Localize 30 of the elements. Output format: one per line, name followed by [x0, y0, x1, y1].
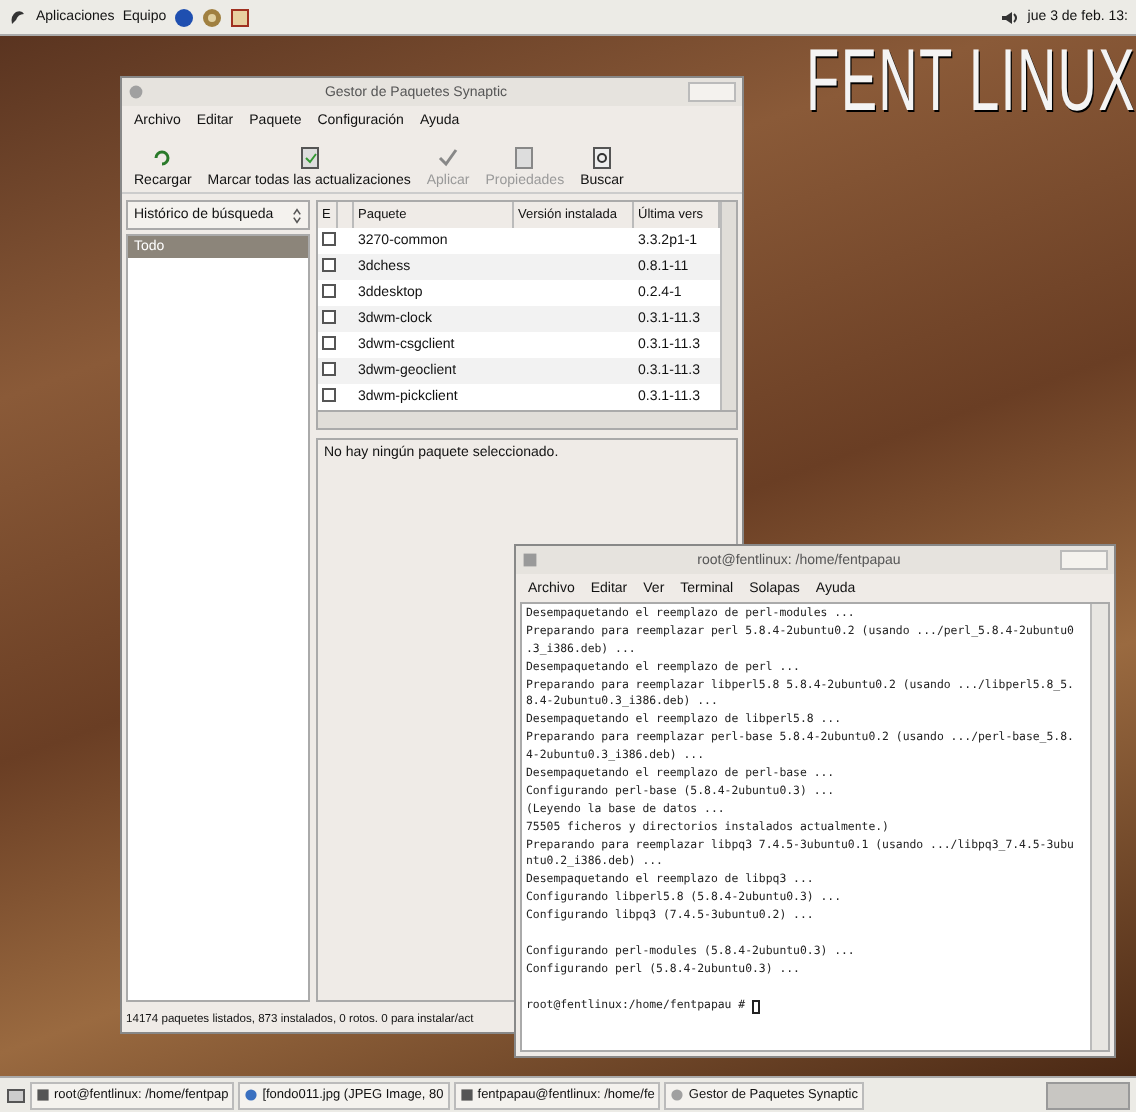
globe-icon[interactable]	[174, 7, 195, 27]
search-icon	[589, 146, 614, 170]
logo-text: FENT LINUX	[806, 36, 1136, 132]
document-icon	[512, 146, 537, 170]
foot-icon[interactable]	[8, 7, 28, 27]
globe-icon	[244, 1088, 259, 1102]
app-icon	[128, 84, 144, 100]
terminal-icon	[36, 1088, 50, 1102]
cursor	[751, 999, 760, 1014]
show-desktop-icon[interactable]	[6, 1085, 26, 1105]
checkbox[interactable]	[322, 284, 336, 298]
volume-icon[interactable]	[999, 7, 1020, 27]
app-icon	[522, 552, 538, 568]
checkbox[interactable]	[322, 388, 336, 402]
checkbox[interactable]	[322, 362, 336, 376]
workspace-switcher[interactable]	[1046, 1081, 1130, 1109]
scrollbar[interactable]	[720, 202, 736, 410]
scrollbar[interactable]	[316, 412, 738, 430]
checkbox[interactable]	[322, 258, 336, 272]
terminal-icon	[459, 1088, 474, 1102]
checkbox[interactable]	[322, 310, 336, 324]
checkbox[interactable]	[322, 232, 336, 246]
spinner-arrows-icon	[292, 207, 302, 223]
checklist-icon	[297, 146, 322, 170]
checkmark-icon	[436, 146, 461, 170]
window-icon[interactable]	[230, 7, 251, 27]
reload-icon	[150, 146, 175, 170]
checkbox[interactable]	[322, 336, 336, 350]
package-icon	[670, 1088, 685, 1102]
scrollbar[interactable]	[1090, 604, 1108, 1050]
